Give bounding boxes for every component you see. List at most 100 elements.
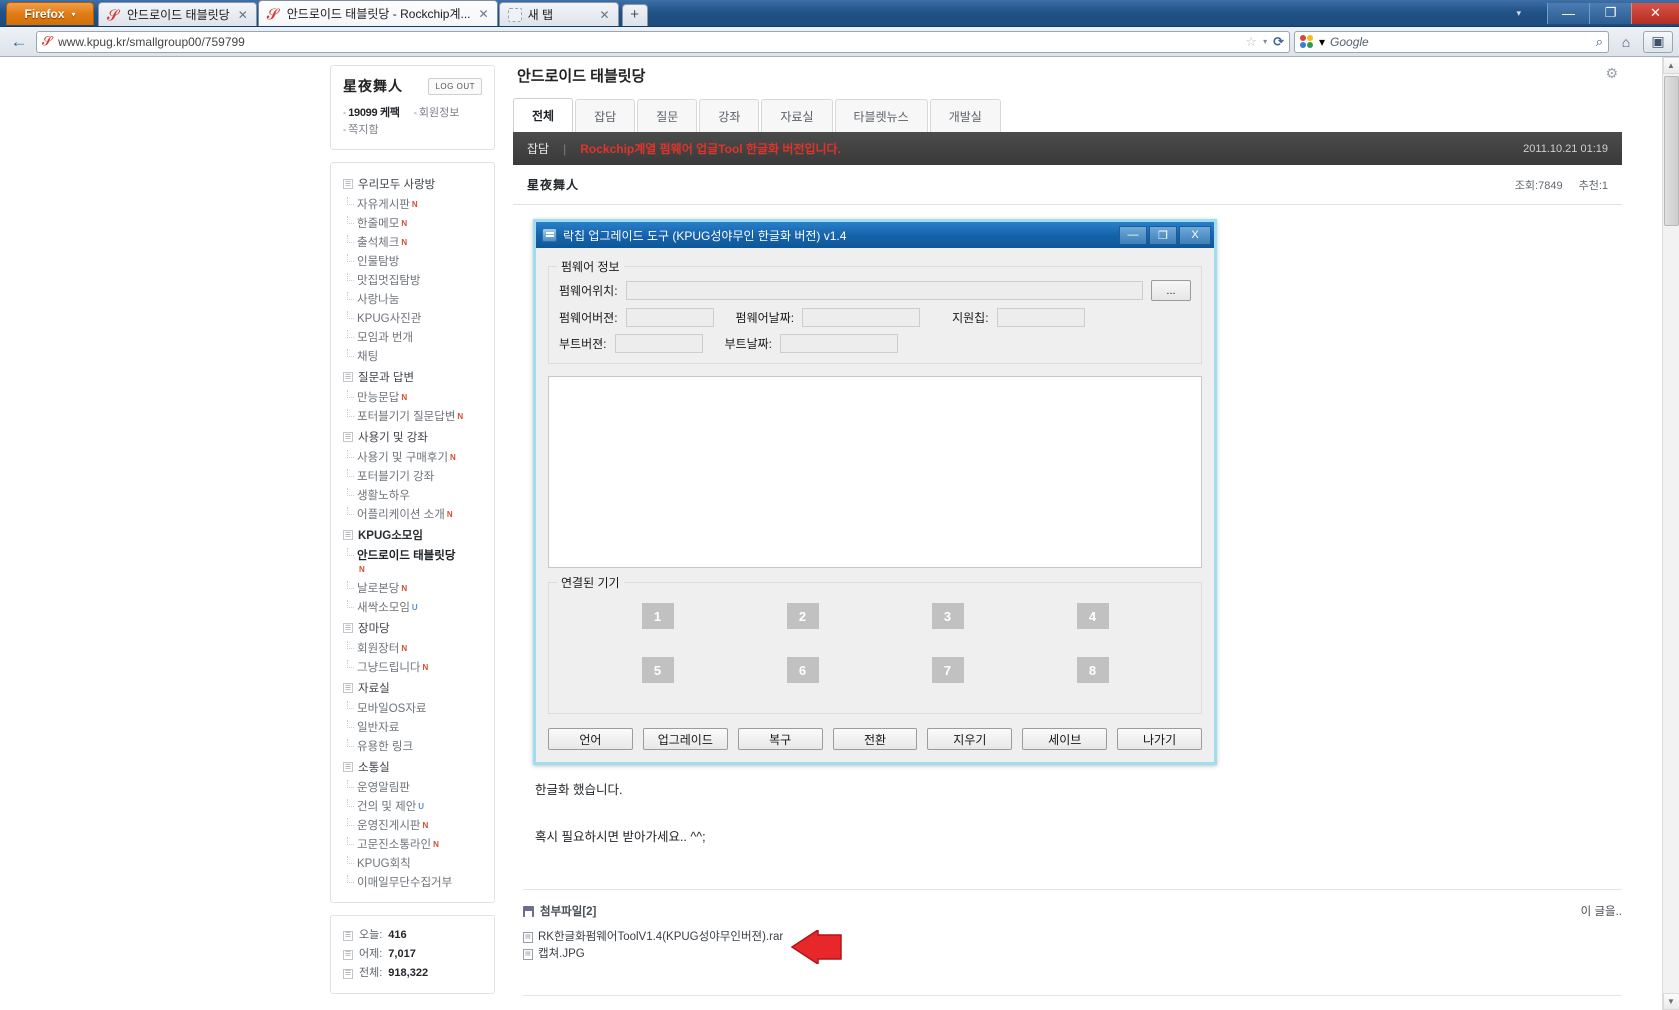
- device-slot-1[interactable]: 1: [641, 603, 674, 629]
- firmware-path-input[interactable]: [625, 281, 1143, 300]
- sidebar-item-oneline-memo[interactable]: 한줄메모 N: [343, 214, 482, 233]
- sidebar-item-free-board[interactable]: 자유게시판 N: [343, 195, 482, 214]
- tab-question[interactable]: 질문: [637, 99, 698, 132]
- menu-group-7[interactable]: ☰ 소통실: [343, 756, 482, 778]
- sidebar-item-market[interactable]: 회원장터 N: [343, 639, 482, 658]
- firefox-menu-button[interactable]: Firefox ▾: [6, 2, 94, 25]
- device-slot-3[interactable]: 3: [931, 603, 964, 629]
- menu-group-3[interactable]: ☰ 사용기 및 강좌: [343, 426, 482, 448]
- sidebar-item-email-policy[interactable]: 이매일무단수집거부: [343, 873, 482, 892]
- sidebar-item-attendance[interactable]: 출석체크 N: [343, 233, 482, 252]
- sidebar-item-photos[interactable]: KPUG사진관: [343, 309, 482, 328]
- firmware-date-input[interactable]: [802, 308, 921, 327]
- device-slot-8[interactable]: 8: [1076, 657, 1109, 683]
- tab-tablet-news[interactable]: 타블렛뉴스: [834, 99, 928, 132]
- reload-icon[interactable]: ⟳: [1273, 34, 1284, 50]
- menu-group-5[interactable]: ☰ 장마당: [343, 617, 482, 639]
- sidebar-item-reviews[interactable]: 사용기 및 구매후기 N: [343, 448, 482, 467]
- bookmarks-button[interactable]: ▣: [1643, 30, 1673, 53]
- log-output-area[interactable]: [548, 376, 1202, 568]
- menu-group-6[interactable]: ☰ 자료실: [343, 677, 482, 699]
- device-slot-7[interactable]: 7: [931, 657, 964, 683]
- search-icon[interactable]: ⌕: [1596, 34, 1603, 50]
- search-input[interactable]: Google: [1330, 35, 1591, 49]
- post-author[interactable]: 星夜舞人: [527, 176, 579, 193]
- sidebar-item-notice-board[interactable]: 운영알림판: [343, 778, 482, 797]
- close-window-button[interactable]: ✕: [1631, 2, 1679, 24]
- list-all-tabs-icon[interactable]: ▾: [1516, 8, 1521, 19]
- sidebar-item-kpug-rules[interactable]: KPUG회칙: [343, 854, 482, 873]
- google-icon[interactable]: [1300, 34, 1314, 49]
- dialog-maximize-button[interactable]: ❐: [1149, 225, 1177, 245]
- search-bar[interactable]: ▾ Google ⌕: [1294, 30, 1609, 53]
- messages-link[interactable]: 쪽지함: [348, 124, 378, 136]
- home-button[interactable]: ⌂: [1613, 30, 1639, 54]
- supported-chip-input[interactable]: [996, 308, 1085, 327]
- browser-tab-3[interactable]: 새 탭 ✕: [498, 2, 619, 26]
- sidebar-item-staff-board[interactable]: 운영진게시판 N: [343, 816, 482, 835]
- member-info-link[interactable]: 회원정보: [419, 107, 459, 119]
- switch-button[interactable]: 전환: [832, 728, 918, 750]
- device-slot-4[interactable]: 4: [1076, 603, 1109, 629]
- browse-button[interactable]: ...: [1151, 280, 1191, 301]
- chevron-down-icon[interactable]: ▾: [1319, 35, 1325, 49]
- close-tab-icon[interactable]: ✕: [598, 8, 612, 22]
- sidebar-item-qna-portable[interactable]: 포터블기기 질문답변 N: [343, 407, 482, 426]
- sidebar-item-restaurants[interactable]: 맛집멋집탐방: [343, 271, 482, 290]
- new-tab-button[interactable]: +: [621, 4, 648, 26]
- tab-chat[interactable]: 잡담: [575, 99, 636, 132]
- device-slot-5[interactable]: 5: [641, 657, 674, 683]
- back-button[interactable]: ←: [6, 30, 32, 54]
- tab-all[interactable]: 전체: [513, 98, 574, 132]
- dialog-close-button[interactable]: X: [1179, 225, 1211, 245]
- bookmark-star-icon[interactable]: ☆: [1245, 34, 1257, 50]
- menu-group-2[interactable]: ☰ 질문과 답변: [343, 366, 482, 388]
- attachment-item[interactable]: ▤ RK한글화펌웨어ToolV1.4(KPUG성야무인버젼).rar: [523, 929, 783, 946]
- menu-group-4[interactable]: ☰ KPUG소모임: [343, 524, 482, 546]
- sidebar-item-general-files[interactable]: 일반자료: [343, 718, 482, 737]
- device-slot-6[interactable]: 6: [786, 657, 819, 683]
- post-category[interactable]: 잡담: [527, 140, 549, 157]
- tab-lecture[interactable]: 강좌: [699, 99, 760, 132]
- browser-tab-2[interactable]: 안드로이드 태블릿당 - Rockchip계... ✕: [257, 0, 498, 26]
- sidebar-item-mobile-os[interactable]: 모바일OS자료: [343, 699, 482, 718]
- sidebar-item-qna-general[interactable]: 만능문답 N: [343, 388, 482, 407]
- boot-date-input[interactable]: [780, 334, 898, 353]
- sidebar-item-portable-lectures[interactable]: 포터블기기 강좌: [343, 467, 482, 486]
- save-button[interactable]: 세이브: [1022, 728, 1108, 750]
- address-bar[interactable]: 𝓢 www.kpug.kr/smallgroup00/759799 ☆ ▾ ⟳: [36, 30, 1290, 53]
- logout-button[interactable]: LOG OUT: [428, 77, 482, 95]
- restore-button[interactable]: ❐: [1589, 2, 1631, 24]
- boot-version-input[interactable]: [614, 334, 703, 353]
- scrollbar-track[interactable]: [1662, 74, 1679, 993]
- scroll-up-arrow-icon[interactable]: ▲: [1662, 57, 1679, 74]
- sidebar-item-useful-links[interactable]: 유용한 링크: [343, 737, 482, 756]
- sidebar-item-giveaway[interactable]: 그냥드립니다 N: [343, 658, 482, 677]
- sidebar-item-suggestions[interactable]: 건의 및 제안 U: [343, 797, 482, 816]
- post-actions-link[interactable]: 이 글을..: [1581, 903, 1622, 919]
- sidebar-item-advisor-line[interactable]: 고문진소통라인 N: [343, 835, 482, 854]
- scrollbar-thumb[interactable]: [1663, 76, 1679, 226]
- sidebar-item-sharing[interactable]: 사랑나눔: [343, 290, 482, 309]
- tab-files[interactable]: 자료실: [761, 99, 833, 132]
- sidebar-item-meetups[interactable]: 모임과 번개: [343, 328, 482, 347]
- chevron-down-icon[interactable]: ▾: [1263, 37, 1267, 46]
- restore-button[interactable]: 복구: [737, 728, 823, 750]
- tab-devroom[interactable]: 개발실: [929, 99, 1001, 132]
- upgrade-button[interactable]: 업그레이드: [642, 728, 728, 750]
- page-scrollbar[interactable]: ▲ ▼: [1662, 57, 1679, 1010]
- user-points[interactable]: 19099 케팩: [348, 107, 400, 119]
- menu-group-1[interactable]: ☰ 우리모두 사랑방: [343, 173, 482, 195]
- close-tab-icon[interactable]: ✕: [236, 8, 250, 22]
- gear-icon[interactable]: ⚙: [1605, 65, 1618, 82]
- device-slot-2[interactable]: 2: [786, 603, 819, 629]
- erase-button[interactable]: 지우기: [927, 728, 1013, 750]
- firmware-version-input[interactable]: [625, 308, 714, 327]
- scroll-down-arrow-icon[interactable]: ▼: [1662, 993, 1679, 1010]
- sidebar-item-chat[interactable]: 채팅: [343, 347, 482, 366]
- exit-button[interactable]: 나가기: [1117, 728, 1203, 750]
- sidebar-item-app-intro[interactable]: 어플리케이션 소개 N: [343, 505, 482, 524]
- close-tab-icon[interactable]: ✕: [477, 7, 491, 21]
- sidebar-item-people[interactable]: 인물탐방: [343, 252, 482, 271]
- dialog-minimize-button[interactable]: —: [1119, 225, 1147, 245]
